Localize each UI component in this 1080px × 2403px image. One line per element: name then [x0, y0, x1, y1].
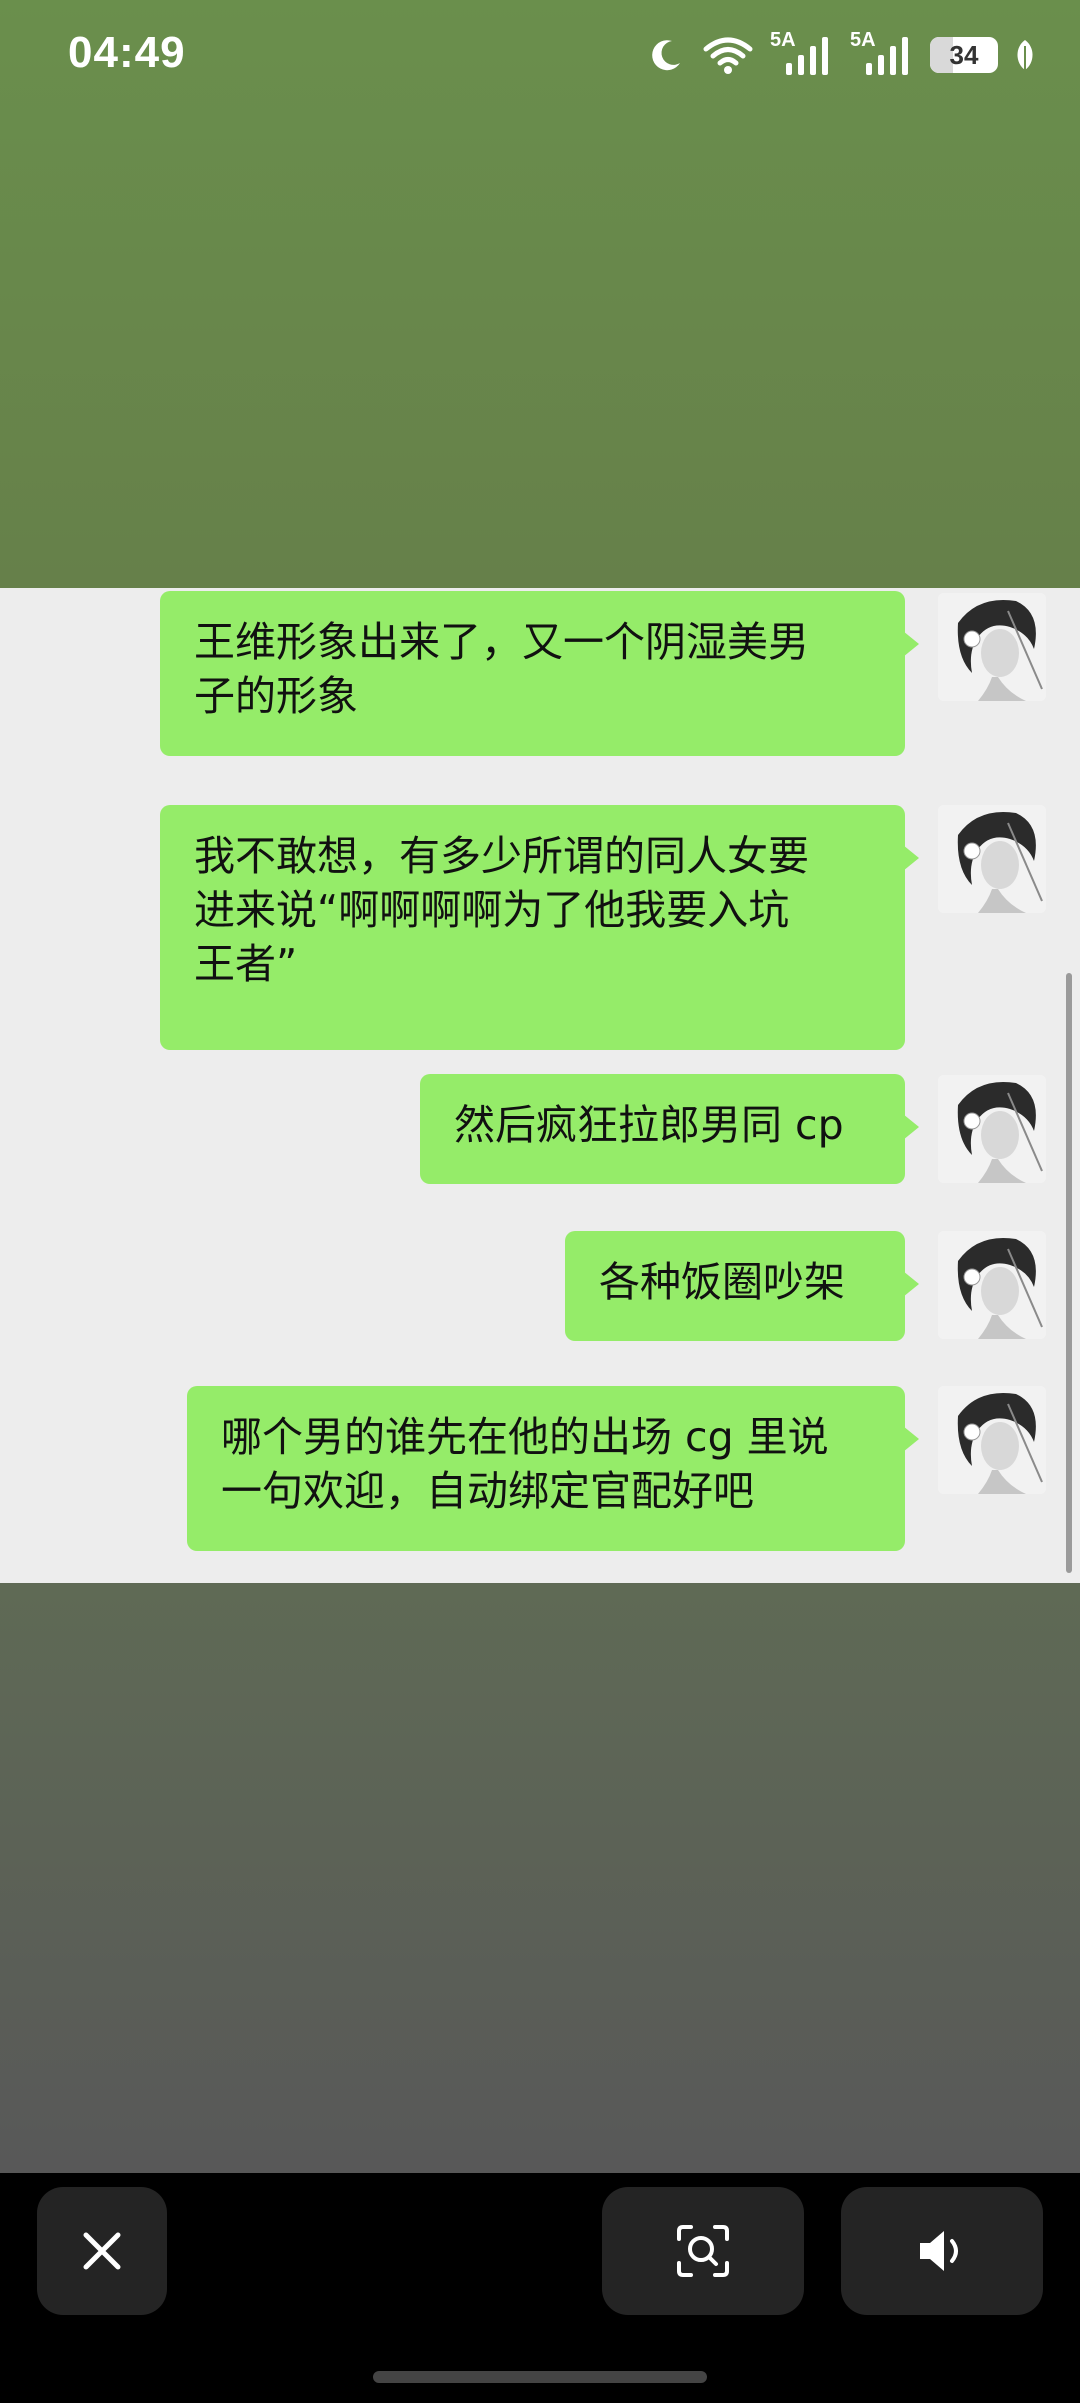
- message-text-line: 一句欢迎，自动绑定官配好吧: [221, 1467, 754, 1515]
- message-text-line: 王者”: [194, 940, 298, 988]
- message-text-line: 各种饭圈吵架: [599, 1258, 845, 1306]
- moon-icon: [652, 40, 680, 71]
- message-text-line: 子的形象: [194, 672, 358, 720]
- avatar[interactable]: [938, 1231, 1046, 1339]
- avatar[interactable]: [938, 1075, 1046, 1183]
- status-bar: 04:49 5A 5A 34: [0, 0, 1080, 110]
- avatar[interactable]: [938, 1386, 1046, 1494]
- leaf-icon: [1017, 40, 1033, 70]
- message-bubble[interactable]: 哪个男的谁先在他的出场 cg 里说 一句欢迎，自动绑定官配好吧: [187, 1386, 919, 1551]
- avatar-image-icon: [938, 805, 1046, 913]
- scan-search-icon: [677, 2225, 729, 2277]
- home-indicator[interactable]: [373, 2371, 707, 2383]
- scan-search-button[interactable]: [602, 2187, 804, 2315]
- message-text-line: 哪个男的谁先在他的出场 cg 里说: [221, 1413, 829, 1461]
- message-text-line: 我不敢想，有多少所谓的同人女要: [194, 832, 809, 880]
- signal-1: 5A: [770, 29, 834, 77]
- message-text-line: 然后疯狂拉郎男同 cp: [454, 1101, 844, 1149]
- message-bubble[interactable]: 然后疯狂拉郎男同 cp: [420, 1074, 919, 1184]
- avatar-image-icon: [938, 1075, 1046, 1183]
- status-icons: 5A 5A 34: [646, 29, 1036, 80]
- battery-indicator: 34: [930, 37, 998, 73]
- avatar-image-icon: [938, 1231, 1046, 1339]
- message-text-line: 进来说“啊啊啊啊为了他我要入坑: [194, 886, 790, 934]
- bottom-toolbar: [0, 2173, 1080, 2403]
- avatar-image-icon: [938, 1386, 1046, 1494]
- wifi-icon: [703, 37, 753, 74]
- signal-bars-icon: [786, 37, 828, 75]
- message-bubble[interactable]: 各种饭圈吵架: [565, 1231, 919, 1341]
- message-text-line: 王维形象出来了，又一个阴湿美男: [194, 618, 809, 666]
- avatar[interactable]: [938, 805, 1046, 913]
- bottom-background: [0, 1583, 1080, 2173]
- signal-2: 5A: [850, 29, 914, 77]
- signal-bars-icon: [866, 37, 908, 75]
- avatar[interactable]: [938, 593, 1046, 701]
- close-button[interactable]: [37, 2187, 167, 2315]
- battery-percent: 34: [949, 39, 979, 70]
- message-bubble[interactable]: 王维形象出来了，又一个阴湿美男 子的形象: [160, 591, 919, 756]
- scrollbar[interactable]: [1066, 973, 1072, 1573]
- status-time: 04:49: [68, 28, 186, 77]
- avatar-image-icon: [938, 593, 1046, 701]
- message-bubble[interactable]: 我不敢想，有多少所谓的同人女要 进来说“啊啊啊啊为了他我要入坑 王者”: [160, 805, 919, 1050]
- chat-screenshot: 王维形象出来了，又一个阴湿美男 子的形象我不敢想，有多少所谓的同人女要 进来说“啊啊…: [0, 588, 1080, 1583]
- speaker-button[interactable]: [841, 2187, 1043, 2315]
- speaker-icon: [920, 2231, 958, 2271]
- close-icon: [83, 2232, 121, 2270]
